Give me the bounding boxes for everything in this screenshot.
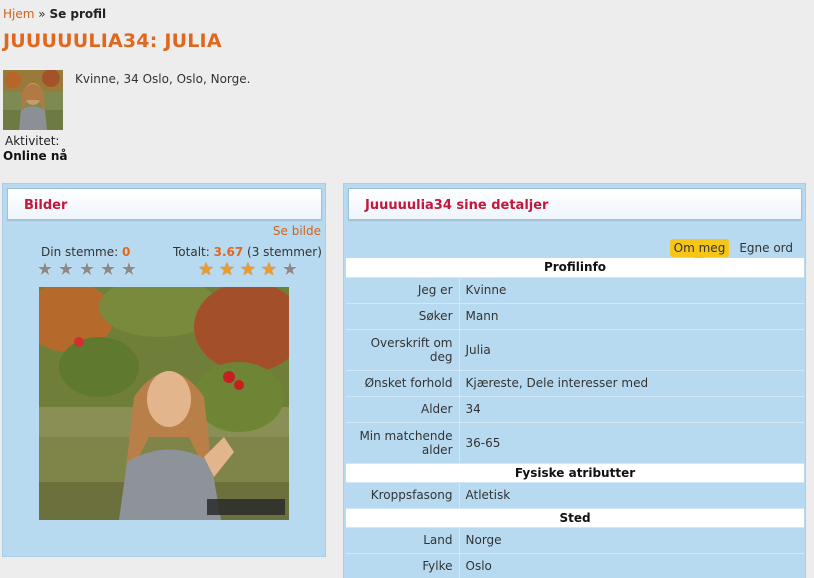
photos-panel: Bilder Se bilde Din stemme: 0 Totalt: 3.… <box>2 183 326 557</box>
total-rating: Totalt: 3.67 (3 stemmer) <box>173 245 322 259</box>
table-row: Land Norge <box>346 527 804 554</box>
breadcrumb-current: Se profil <box>49 7 107 21</box>
row-label: Søker <box>346 303 460 330</box>
tab-egne-ord[interactable]: Egne ord <box>735 239 797 257</box>
details-table: Profilinfo Jeg er Kvinne Søker Mann Over… <box>346 258 804 578</box>
total-star-5: ★ <box>281 259 299 280</box>
rating-star-4[interactable]: ★ <box>98 261 118 279</box>
row-label: Jeg er <box>346 277 460 304</box>
section-header-row: Fysiske atributter <box>346 463 804 483</box>
row-label: Ønsket forhold <box>346 370 460 397</box>
my-vote-stars[interactable]: ★ ★ ★ ★ ★ <box>35 261 139 279</box>
section-header-row: Sted <box>346 508 804 528</box>
section-title: Profilinfo <box>346 258 804 278</box>
details-panel-header: Juuuuulia34 sine detaljer <box>348 188 802 220</box>
details-panel: Juuuuulia34 sine detaljer Om meg Egne or… <box>343 183 806 578</box>
row-value: Mann <box>459 303 804 330</box>
page-title: JUUUUULIA34: JULIA <box>3 30 222 52</box>
profile-summary: Kvinne, 34 Oslo, Oslo, Norge. <box>75 72 251 86</box>
total-rating-value: 3.67 <box>213 245 244 259</box>
total-star-2: ★ <box>218 259 236 280</box>
my-vote-value: 0 <box>121 245 131 259</box>
row-value: Norge <box>459 527 804 554</box>
row-label: Fylke <box>346 553 460 578</box>
table-row: Min matchende alder 36-65 <box>346 422 804 464</box>
activity-status: Online nå <box>3 149 68 163</box>
table-row: Ønsket forhold Kjæreste, Dele interesser… <box>346 370 804 397</box>
row-value: Kjæreste, Dele interesser med <box>459 370 804 397</box>
table-row: Alder 34 <box>346 396 804 423</box>
rating-star-3[interactable]: ★ <box>77 261 97 279</box>
breadcrumb-home-link[interactable]: Hjem <box>3 7 34 21</box>
table-row: Jeg er Kvinne <box>346 277 804 304</box>
my-vote: Din stemme: 0 <box>41 245 130 259</box>
row-label: Alder <box>346 396 460 423</box>
row-value: Oslo <box>459 553 804 578</box>
total-rating-stars: ★ ★ ★ ★ ★ <box>196 261 300 279</box>
row-label: Kroppsfasong <box>346 482 460 509</box>
total-rating-label: Totalt: <box>173 245 210 259</box>
details-panel-title: Juuuuulia34 sine detaljer <box>365 198 549 213</box>
my-vote-label: Din stemme: <box>41 245 119 259</box>
section-header-row: Profilinfo <box>346 258 804 278</box>
details-tabs: Om meg Egne ord <box>669 239 797 263</box>
rating-star-1[interactable]: ★ <box>35 261 55 279</box>
section-title: Sted <box>346 508 804 528</box>
row-value: Kvinne <box>459 277 804 304</box>
row-value: 36-65 <box>459 422 804 464</box>
section-title: Fysiske atributter <box>346 463 804 483</box>
table-row: Fylke Oslo <box>346 553 804 578</box>
total-star-3: ★ <box>239 259 257 280</box>
avatar[interactable] <box>3 70 63 130</box>
breadcrumb-separator: » <box>38 7 46 21</box>
photos-panel-header: Bilder <box>7 188 322 220</box>
total-star-4: ★ <box>260 259 278 280</box>
row-value: 34 <box>459 396 804 423</box>
tab-om-meg[interactable]: Om meg <box>669 239 730 263</box>
row-value: Julia <box>459 329 804 371</box>
table-row: Kroppsfasong Atletisk <box>346 482 804 509</box>
see-photo-link[interactable]: Se bilde <box>273 224 321 238</box>
profile-photo[interactable] <box>39 287 289 520</box>
activity-label: Aktivitet: <box>5 134 60 148</box>
total-rating-count: (3 stemmer) <box>247 245 322 259</box>
rating-star-2[interactable]: ★ <box>56 261 76 279</box>
row-value: Atletisk <box>459 482 804 509</box>
rating-star-5[interactable]: ★ <box>119 261 139 279</box>
row-label: Min matchende alder <box>346 422 460 464</box>
total-star-1: ★ <box>197 259 215 280</box>
row-label: Land <box>346 527 460 554</box>
table-row: Overskrift om deg Julia <box>346 329 804 371</box>
photos-panel-title: Bilder <box>24 198 68 213</box>
row-label: Overskrift om deg <box>346 329 460 371</box>
table-row: Søker Mann <box>346 303 804 330</box>
breadcrumb: Hjem » Se profil <box>3 7 106 21</box>
